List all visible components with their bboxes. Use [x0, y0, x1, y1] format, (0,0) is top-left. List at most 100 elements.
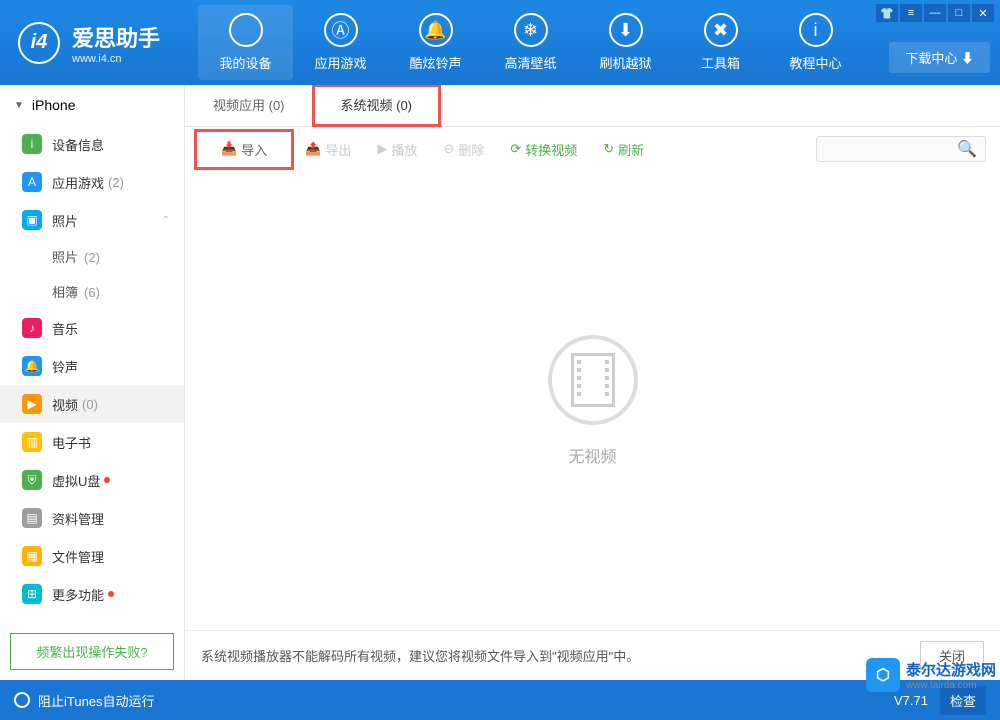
chevron-down-icon: ▼ — [14, 100, 24, 111]
sidebar-item-icon: ▣ — [22, 210, 42, 230]
sidebar-item-icon: ▦ — [22, 546, 42, 566]
sidebar-item-count: (2) — [108, 175, 124, 190]
sidebar-item-icon: ▥ — [22, 432, 42, 452]
topnav-label: 高清壁纸 — [483, 53, 578, 72]
sidebar-item-label: 文件管理 — [52, 547, 104, 566]
topnav-icon — [229, 13, 263, 47]
topnav-icon: ✖ — [704, 13, 738, 47]
search-icon: 🔍 — [957, 139, 977, 159]
content-area: 无视频 — [185, 171, 1000, 630]
sidebar-item[interactable]: i 设备信息 — [0, 125, 184, 163]
empty-video-icon — [548, 335, 638, 425]
search-input[interactable]: 🔍 — [816, 136, 986, 162]
logo-icon: i4 — [18, 22, 60, 64]
sidebar-item[interactable]: ♪ 音乐 — [0, 309, 184, 347]
topnav-label: 刷机越狱 — [578, 53, 673, 72]
sidebar: ▼ iPhone i 设备信息 A 应用游戏 (2) ▣照片⌃照片(2)相簿(6) ♪ 音乐 🔔… — [0, 85, 185, 680]
topnav-item[interactable]: ⬇ 刷机越狱 — [578, 5, 673, 80]
notification-dot — [104, 477, 110, 483]
topnav-label: 工具箱 — [673, 53, 768, 72]
sidebar-item-label: 铃声 — [52, 357, 78, 376]
topnav-icon: ⬇ — [609, 13, 643, 47]
topnav-icon: 🔔 — [419, 13, 453, 47]
sidebar-item-icon: ▤ — [22, 508, 42, 528]
convert-button[interactable]: ⟳转换视频 — [500, 136, 587, 163]
sidebar-item-icon: ▶ — [22, 394, 42, 414]
refresh-icon: ↻ — [603, 141, 614, 157]
tab[interactable]: 系统视频 (0) — [313, 85, 441, 126]
refresh-button[interactable]: ↻刷新 — [593, 136, 654, 163]
sidebar-item-icon: ♪ — [22, 318, 42, 338]
app-header: i4 爱思助手 www.i4.cn 我的设备 Ⓐ 应用游戏 🔔 酷炫铃声❄高清壁纸 ⬇ 刷机… — [0, 0, 1000, 85]
play-icon: ▶ — [377, 141, 387, 157]
sidebar-item[interactable]: ▦ 文件管理 — [0, 537, 184, 575]
app-logo: i4 爱思助手 www.i4.cn — [0, 21, 178, 65]
topnav-icon: i — [799, 13, 833, 47]
sidebar-item-label: 音乐 — [52, 319, 78, 338]
topnav-item[interactable]: 🔔 酷炫铃声 — [388, 5, 483, 80]
play-button[interactable]: ▶播放 — [367, 136, 427, 163]
notification-dot — [108, 591, 114, 597]
topnav-label: 应用游戏 — [293, 53, 388, 72]
sidebar-subitem[interactable]: 相簿(6) — [0, 274, 184, 309]
sidebar-item[interactable]: ⛨虚拟U盘 — [0, 461, 184, 499]
delete-button[interactable]: ⊖删除 — [433, 136, 494, 163]
download-center-button[interactable]: 下载中心 ⬇ — [889, 42, 990, 73]
sidebar-item-label: 资料管理 — [52, 509, 104, 528]
sidebar-item[interactable]: ⊞ 更多功能 — [0, 575, 184, 613]
sidebar-item-count: (0) — [82, 397, 98, 412]
sidebar-item-label: 应用游戏 — [52, 173, 104, 192]
app-title: 爱思助手 — [72, 21, 160, 53]
main-panel: 视频应用 (0)系统视频 (0) 📥导入 📤导出 ▶播放 ⊖删除 ⟳转换视频 ↻… — [185, 85, 1000, 680]
sidebar-item-label: 设备信息 — [52, 135, 104, 154]
sidebar-item[interactable]: ▥ 电子书 — [0, 423, 184, 461]
topnav-item[interactable]: ✖ 工具箱 — [673, 5, 768, 80]
sidebar-item[interactable]: ▶ 视频 (0) — [0, 385, 184, 423]
sidebar-item-icon: A — [22, 172, 42, 192]
watermark-title: 泰尔达游戏网 — [906, 659, 996, 680]
convert-icon: ⟳ — [510, 141, 521, 157]
maximize-button[interactable]: □ — [948, 4, 970, 22]
sidebar-item-label: 虚拟U盘 — [52, 471, 100, 490]
sidebar-item[interactable]: ▣照片⌃ — [0, 201, 184, 239]
sidebar-item[interactable]: ▤ 资料管理 — [0, 499, 184, 537]
app-subtitle: www.i4.cn — [72, 53, 160, 65]
topnav-item[interactable]: Ⓐ 应用游戏 — [293, 5, 388, 80]
topnav-item[interactable]: i 教程中心 — [768, 5, 863, 80]
sidebar-item-icon: 🔔 — [22, 356, 42, 376]
shirt-icon[interactable]: 👕 — [876, 4, 898, 22]
export-button[interactable]: 📤导出 — [295, 136, 361, 163]
sidebar-item-icon: i — [22, 134, 42, 154]
topnav-item[interactable]: 我的设备 — [198, 5, 293, 80]
tabs: 视频应用 (0)系统视频 (0) — [185, 85, 1000, 127]
window-controls: 👕 ≡ — □ ✕ — [876, 4, 994, 22]
sidebar-item-icon: ⊞ — [22, 584, 42, 604]
sidebar-item[interactable]: 🔔 铃声 — [0, 347, 184, 385]
device-selector[interactable]: ▼ iPhone — [0, 85, 184, 125]
chevron-icon: ⌃ — [162, 215, 170, 226]
device-name: iPhone — [32, 97, 76, 113]
delete-icon: ⊖ — [443, 141, 454, 157]
menu-icon[interactable]: ≡ — [900, 4, 922, 22]
sidebar-item-label: 电子书 — [52, 433, 91, 452]
watermark-sub: www.tairda.com — [906, 680, 996, 691]
empty-text: 无视频 — [568, 443, 616, 467]
topnav-item[interactable]: ❄高清壁纸 — [483, 5, 578, 80]
minimize-button[interactable]: — — [924, 4, 946, 22]
topnav-label: 教程中心 — [768, 53, 863, 72]
sidebar-subitem[interactable]: 照片(2) — [0, 239, 184, 274]
itunes-toggle[interactable]: 阻止iTunes自动运行 — [14, 691, 155, 710]
topnav-icon: Ⓐ — [324, 13, 358, 47]
topnav-label: 酷炫铃声 — [388, 53, 483, 72]
sidebar-item-label: 视频 — [52, 395, 78, 414]
toolbar: 📥导入 📤导出 ▶播放 ⊖删除 ⟳转换视频 ↻刷新 🔍 — [185, 127, 1000, 171]
close-button[interactable]: ✕ — [972, 4, 994, 22]
tab[interactable]: 视频应用 (0) — [185, 85, 313, 126]
toggle-icon — [14, 692, 30, 708]
watermark: ⬡ 泰尔达游戏网 www.tairda.com — [866, 658, 996, 692]
sidebar-item-label: 更多功能 — [52, 585, 104, 604]
export-icon: 📤 — [305, 141, 321, 157]
help-link[interactable]: 频繁出现操作失败? — [10, 633, 174, 670]
sidebar-item[interactable]: A 应用游戏 (2) — [0, 163, 184, 201]
import-button[interactable]: 📥导入 — [199, 134, 289, 165]
